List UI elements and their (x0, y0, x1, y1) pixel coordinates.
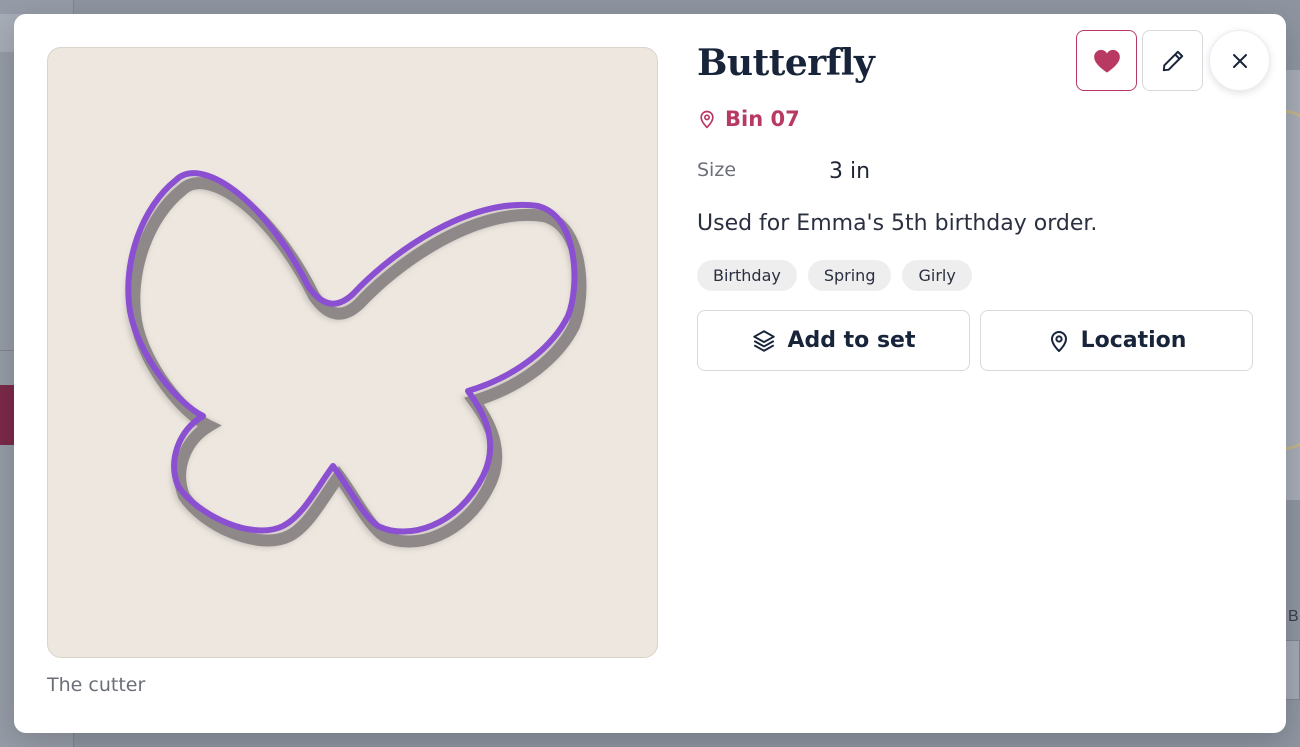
favorite-button[interactable] (1076, 30, 1137, 91)
background-card-image (1284, 110, 1300, 450)
photo-caption: The cutter (47, 674, 146, 696)
close-button[interactable] (1209, 30, 1270, 91)
map-pin-icon (1050, 330, 1067, 352)
butterfly-cutter-image (125, 170, 587, 549)
size-label: Size (697, 159, 737, 181)
tag-list: Birthday Spring Girly (697, 260, 972, 291)
heart-icon (1093, 49, 1120, 73)
add-to-set-button[interactable]: Add to set (697, 310, 970, 371)
bin-link[interactable]: Bin 07 (697, 107, 800, 131)
map-pin-icon (700, 110, 714, 129)
edit-button[interactable] (1142, 30, 1203, 91)
item-notes: Used for Emma's 5th birthday order. (697, 211, 1098, 236)
item-title: Butterfly (697, 42, 875, 84)
tag-chip[interactable]: Birthday (697, 260, 797, 291)
pencil-icon (1162, 50, 1183, 71)
tag-chip[interactable]: Girly (902, 260, 972, 291)
location-button[interactable]: Location (980, 310, 1253, 371)
background-text: B (1288, 608, 1299, 625)
tag-chip[interactable]: Spring (807, 260, 892, 291)
bin-label: Bin 07 (725, 107, 800, 131)
layers-icon (753, 329, 776, 352)
close-icon (1232, 53, 1247, 68)
item-detail-modal: The cutter Butterfly Bin 07 Size 3 in Us… (14, 14, 1286, 733)
size-value: 3 in (829, 159, 871, 184)
location-label: Location (1080, 328, 1187, 353)
item-photo (47, 47, 658, 658)
add-to-set-label: Add to set (787, 328, 916, 353)
